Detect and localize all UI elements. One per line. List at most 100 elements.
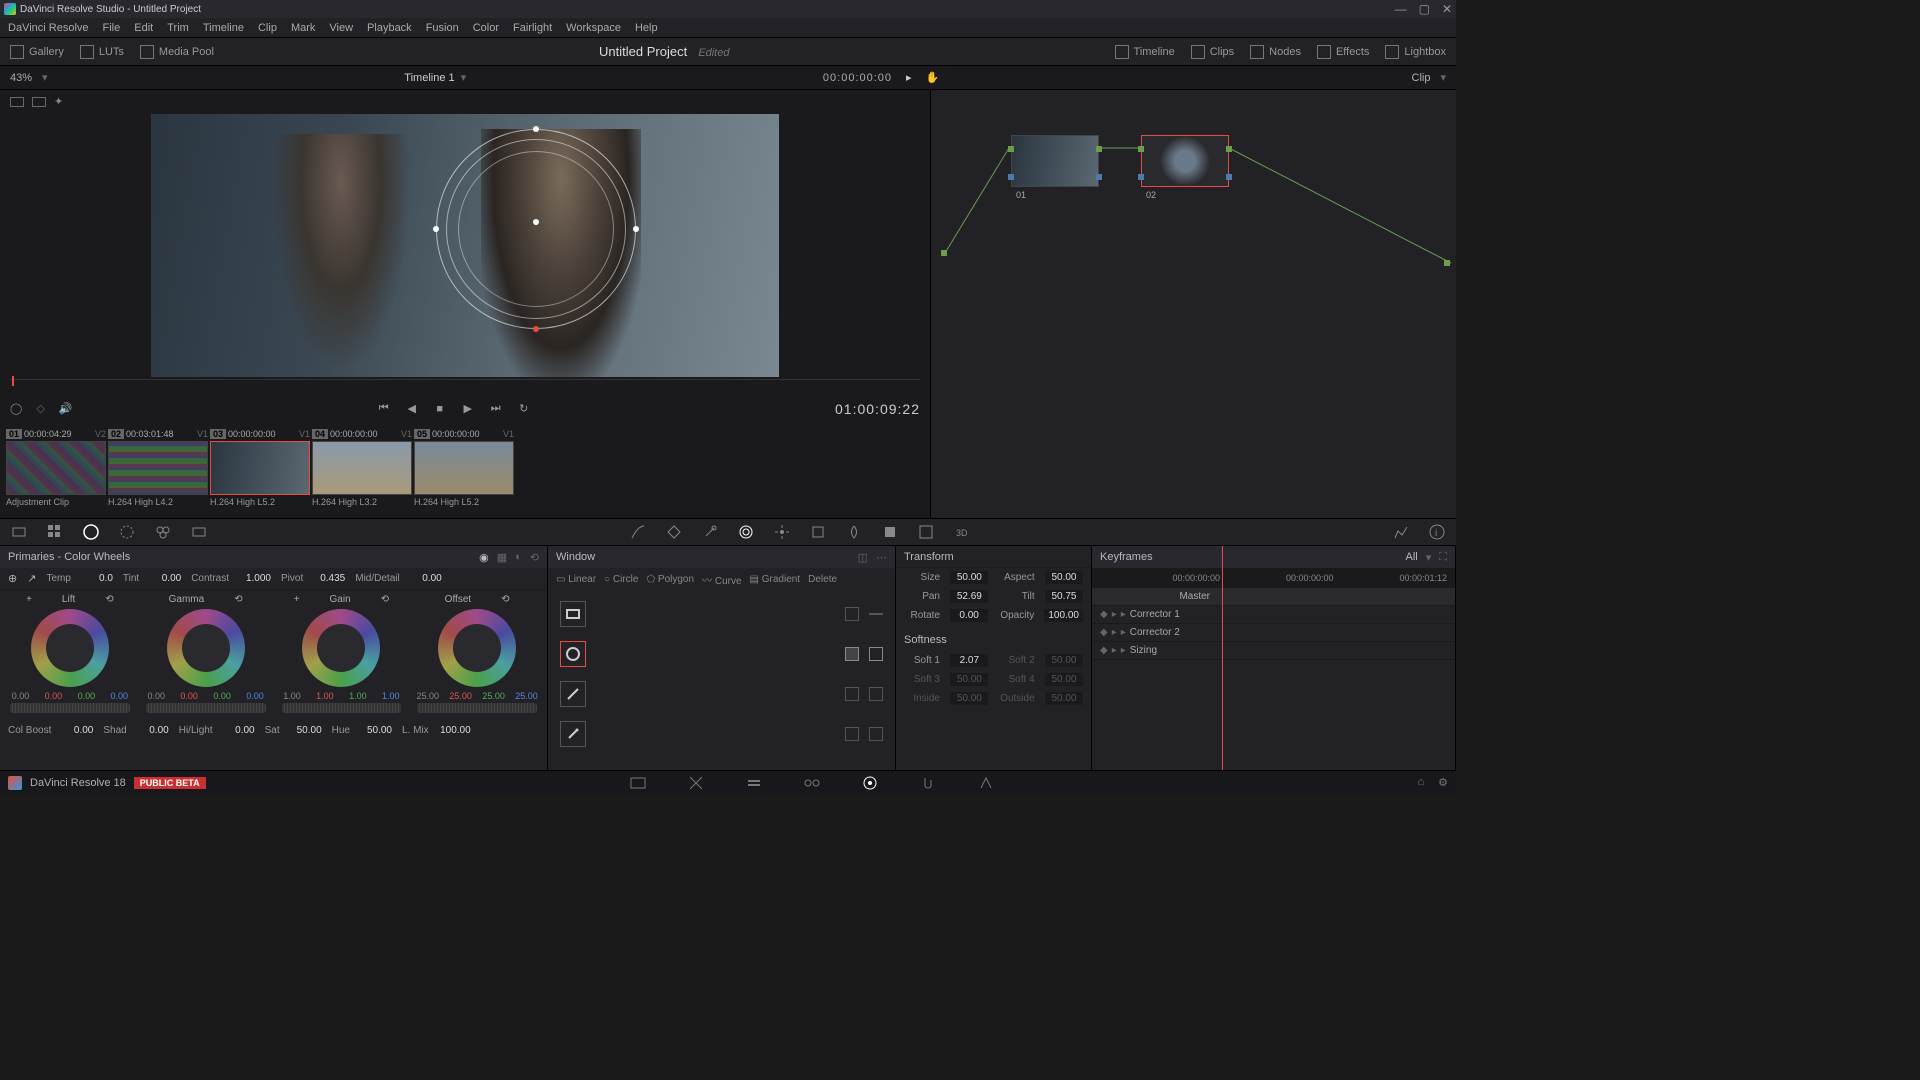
invert-toggle[interactable] [869,647,883,661]
node-01[interactable]: 01 [1011,135,1099,187]
next-clip-button[interactable]: ⏭ [486,401,506,417]
gain-picker-icon[interactable]: + [294,594,300,605]
kf-sizing-row[interactable]: ◆▸▸ Sizing [1092,642,1455,660]
lightbox-button[interactable]: Lightbox [1385,45,1446,59]
pointer-icon[interactable]: ▸ [906,71,912,84]
curves-icon[interactable] [629,523,647,541]
gain-reset-icon[interactable]: ⟲ [381,594,389,605]
add-linear-button[interactable]: ▭ Linear [556,574,596,585]
colboost-value[interactable]: 0.00 [61,725,93,736]
reset-icon[interactable]: ⟲ [530,551,539,564]
invert-toggle[interactable] [869,613,883,615]
kf-diamond-icon[interactable]: ◆ [1100,609,1108,620]
fairlight-page-icon[interactable] [919,774,937,792]
kf-master-row[interactable]: Master [1092,588,1455,606]
video-viewer[interactable] [151,114,779,377]
mid-value[interactable]: 0.00 [410,573,442,584]
lift-reset-icon[interactable]: ⟲ [105,594,113,605]
sizing-icon[interactable] [917,523,935,541]
hue-value[interactable]: 50.00 [360,725,392,736]
kf-corrector2-row[interactable]: ◆▸▸ Corrector 2 [1092,624,1455,642]
keyframes-all[interactable]: All [1406,551,1418,563]
deliver-page-icon[interactable] [977,774,995,792]
window-item-curve[interactable] [552,674,891,714]
hand-icon[interactable]: ✋ [926,71,940,84]
transport-timecode[interactable]: 01:00:09:22 [835,401,920,417]
gamma-jog[interactable] [146,703,266,713]
menu-color[interactable]: Color [473,22,499,34]
offset-jog[interactable] [417,703,537,713]
mask-toggle[interactable] [845,647,859,661]
loop-button[interactable]: ↻ [514,401,534,417]
flag-icon[interactable]: ◇ [36,402,44,415]
add-polygon-button[interactable]: ⬠ Polygon [646,574,694,585]
window-item-linear[interactable] [552,594,891,634]
invert-toggle[interactable] [869,687,883,701]
gain-wheel[interactable] [302,609,380,687]
gamma-wheel[interactable] [167,609,245,687]
qualifier-icon[interactable] [701,523,719,541]
window-item-pen[interactable] [552,714,891,754]
soft1-value[interactable]: 2.07 [950,654,988,667]
temp-value[interactable]: 0.0 [81,573,113,584]
project-manager-icon[interactable]: ⌂ [1417,776,1424,789]
edit-page-icon[interactable] [745,774,763,792]
menu-workspace[interactable]: Workspace [566,22,621,34]
offset-reset-icon[interactable]: ⟲ [501,594,509,605]
kf-dropdown-icon[interactable]: ▾ [1426,551,1432,564]
key-icon[interactable] [881,523,899,541]
color-warper-icon[interactable] [665,523,683,541]
clip-thumb[interactable]: 0100:00:04:29V2 Adjustment Clip [6,427,106,514]
menu-davinci[interactable]: DaVinci Resolve [8,22,89,34]
kf-expand-icon[interactable]: ▸ [1121,609,1126,620]
scopes-icon[interactable] [1392,523,1410,541]
timeline-dropdown-icon[interactable]: ▾ [461,71,467,84]
node-graph[interactable]: 01 02 [930,90,1456,518]
marker-icon[interactable]: ◯ [10,402,22,415]
viewer-opt2-icon[interactable] [32,97,46,107]
node-02[interactable]: 02 [1141,135,1229,187]
hdr-icon[interactable] [118,523,136,541]
kf-corrector1-row[interactable]: ◆ ▸ ▸ Corrector 1 [1092,606,1455,624]
size-value[interactable]: 50.00 [950,571,988,584]
keyframe-playhead[interactable] [1222,546,1223,770]
effects-button[interactable]: Effects [1317,45,1369,59]
menu-fairlight[interactable]: Fairlight [513,22,552,34]
prev-clip-button[interactable]: ⏮ [374,401,394,417]
hilight-value[interactable]: 0.00 [223,725,255,736]
gallery-button[interactable]: Gallery [10,45,64,59]
3d-icon[interactable]: 3D [953,523,971,541]
tilt-value[interactable]: 50.75 [1045,590,1083,603]
timeline-button[interactable]: Timeline [1115,45,1175,59]
home-icon[interactable] [8,776,22,790]
luts-button[interactable]: LUTs [80,45,124,59]
kf-expand-icon[interactable]: ⛶ [1439,551,1447,564]
kf-lock-icon[interactable]: ▸ [1112,609,1117,620]
lift-wheel[interactable] [31,609,109,687]
stop-button[interactable]: ■ [430,401,450,417]
primaries-icon[interactable] [82,523,100,541]
window-icon[interactable] [737,523,755,541]
menu-clip[interactable]: Clip [258,22,277,34]
clip-thumb[interactable]: 0500:00:00:00V1 H.264 High L5.2 [414,427,514,514]
blur-icon[interactable] [845,523,863,541]
gain-jog[interactable] [282,703,402,713]
lift-jog[interactable] [10,703,130,713]
offset-wheel[interactable] [438,609,516,687]
window-item-circle[interactable] [552,634,891,674]
zoom-value[interactable]: 43% [10,72,32,84]
cut-page-icon[interactable] [687,774,705,792]
maximize-button[interactable]: ▢ [1419,2,1430,16]
audio-icon[interactable]: 🔊 [59,402,73,415]
circle-window-overlay[interactable] [436,129,636,329]
delete-window-button[interactable]: Delete [808,574,837,585]
clip-dropdown-icon[interactable]: ▾ [1440,71,1446,84]
camera-raw-icon[interactable] [10,523,28,541]
mask-toggle[interactable] [845,727,859,741]
media-page-icon[interactable] [629,774,647,792]
add-circle-button[interactable]: ○ Circle [604,574,638,585]
clip-label[interactable]: Clip [1412,72,1431,84]
wheels-mode-icon[interactable]: ◉ [479,551,489,564]
mask-toggle[interactable] [845,687,859,701]
clips-button[interactable]: Clips [1191,45,1234,59]
